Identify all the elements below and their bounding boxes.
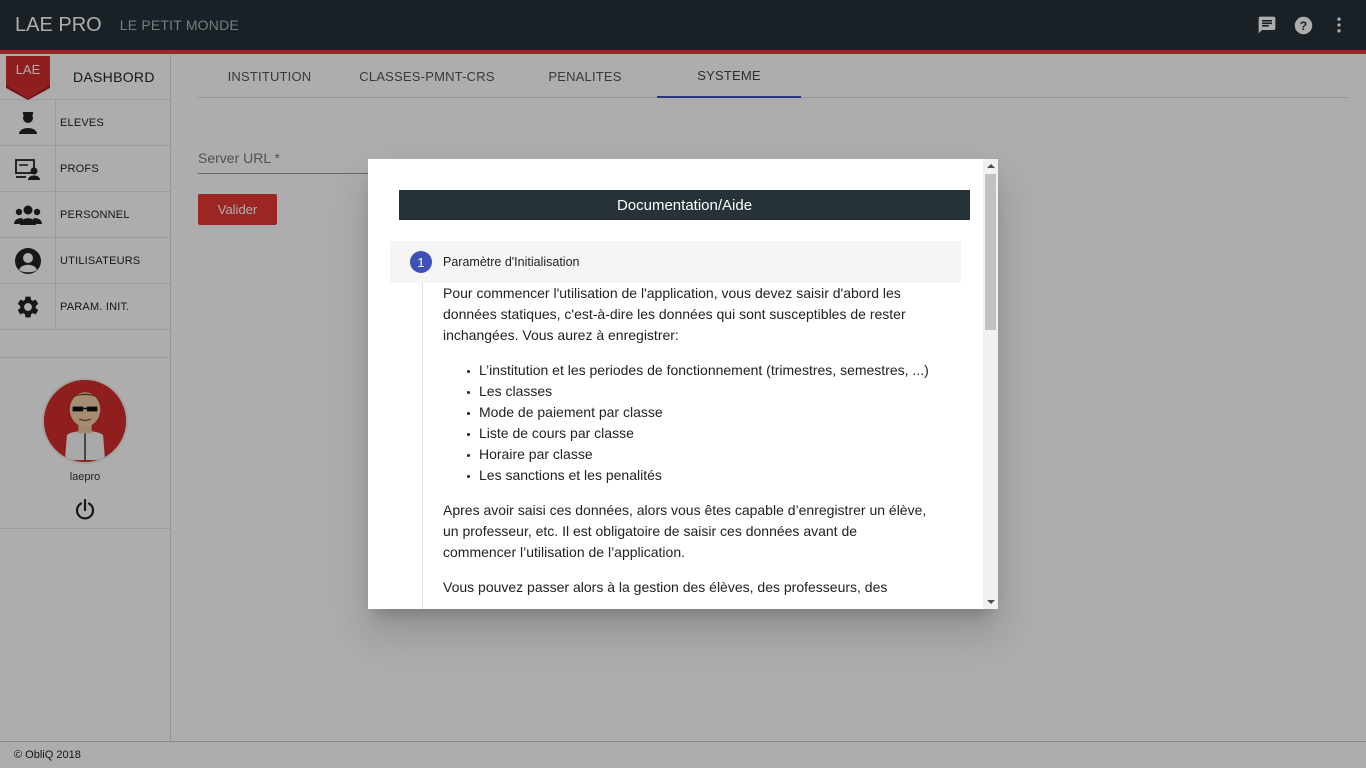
after-paragraph: Apres avoir saisi ces données, alors vou… [443,502,927,560]
step-body: Pour commencer l'utilisation de l'applic… [443,283,933,609]
list-item: Liste de cours par classe [467,423,933,444]
step-connector-line [422,283,423,609]
data-list: L’institution et les periodes de fonctio… [467,360,933,486]
dialog-content: Documentation/Aide 1 Paramètre d'Initial… [368,159,983,609]
dialog-scrollbar[interactable] [983,159,998,609]
list-item: Horaire par classe [467,444,933,465]
documentation-dialog: Documentation/Aide 1 Paramètre d'Initial… [368,159,998,609]
step-title: Paramètre d'Initialisation [443,255,580,269]
list-item: Les sanctions et les penalités [467,465,933,486]
step-number: 1 [410,251,432,273]
cut-off-paragraph: Vous pouvez passer alors à la gestion de… [443,579,888,595]
scroll-down-arrow-icon[interactable] [983,595,998,609]
list-item: L’institution et les periodes de fonctio… [467,360,933,381]
dialog-title: Documentation/Aide [399,190,970,220]
list-item: Mode de paiement par classe [467,402,933,423]
list-item: Les classes [467,381,933,402]
scroll-up-arrow-icon[interactable] [983,159,998,173]
scrollbar-thumb[interactable] [985,174,996,330]
step-header[interactable]: 1 Paramètre d'Initialisation [390,241,961,283]
intro-paragraph: Pour commencer l'utilisation de l'applic… [443,285,906,343]
